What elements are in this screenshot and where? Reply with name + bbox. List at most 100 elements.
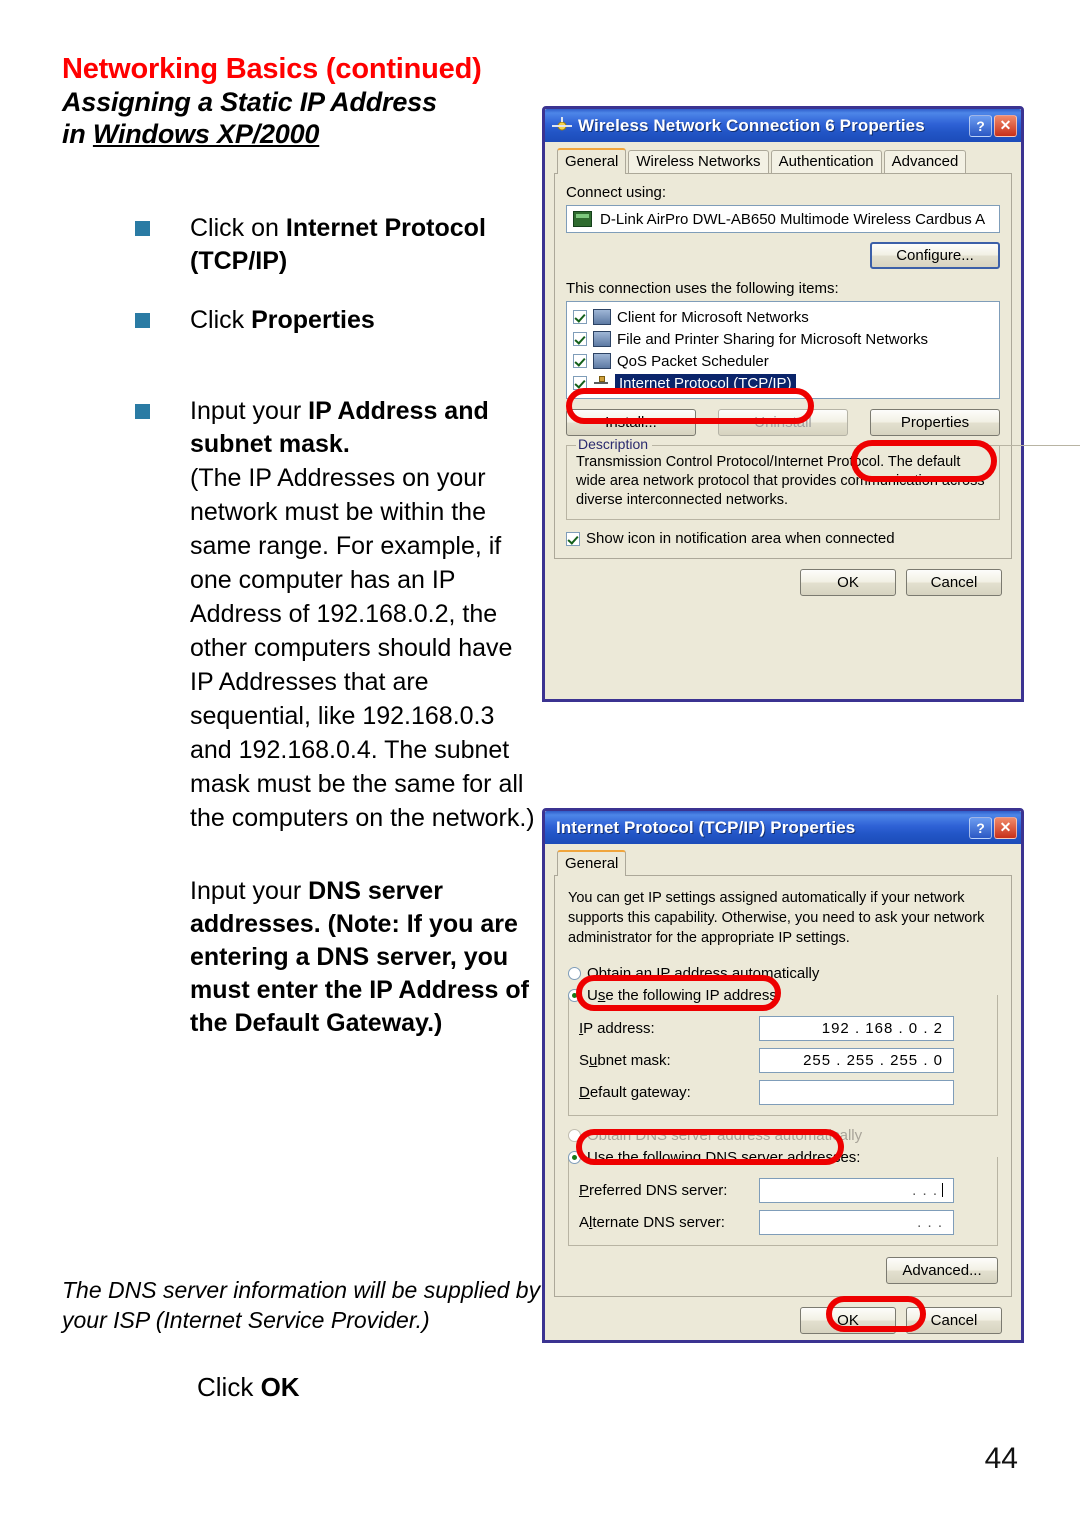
alternate-dns-input[interactable]: . . . [759,1209,954,1235]
list-item[interactable]: QoS Packet Scheduler [570,350,996,372]
page-header: Networking Basics (continued) Assigning … [62,52,532,150]
subtitle-underlined: Windows XP/2000 [92,119,320,149]
component-label: Internet Protocol (TCP/IP) [615,373,796,393]
radio-use-following-dns-label: Use the following DNS server addresses: [587,1148,861,1166]
preferred-dns-row: Preferred DNS server: . . . [579,1175,987,1205]
ok-button[interactable]: OK [800,1307,896,1334]
list-item[interactable]: File and Printer Sharing for Microsoft N… [570,328,996,350]
checkbox-icon[interactable] [573,310,587,324]
instruction-3-plain: Input your [190,397,309,425]
install-button[interactable]: Install... [566,409,696,436]
preferred-dns-input[interactable]: . . . [759,1177,954,1203]
page-subtitle-line1: Assigning a Static IP Address [62,87,437,117]
dialog2-title: Internet Protocol (TCP/IP) Properties [556,817,856,837]
dialog1-general-panel: Connect using: D-Link AirPro DWL-AB650 M… [554,173,1080,559]
checkbox-icon[interactable] [573,354,587,368]
dns-isp-note: The DNS server information will be suppl… [62,1277,541,1333]
components-list[interactable]: Client for Microsoft Networks File and P… [566,301,1000,399]
instruction-4: Input your DNS server addresses. (Note: … [190,875,535,1040]
checkbox-icon[interactable] [566,531,580,546]
list-item: Input your IP Address and subnet mask. (… [135,395,535,835]
text-caret [942,1183,943,1197]
page-subtitle: Assigning a Static IP Address in Windows… [62,86,532,150]
adapter-field[interactable]: D-Link AirPro DWL-AB650 Multimode Wirele… [566,205,1000,233]
checkbox-icon[interactable] [573,332,587,346]
ip-address-input[interactable]: 192 . 168 . 0 . 2 [759,1015,954,1041]
internet-protocol-tcpip-properties-dialog: Internet Protocol (TCP/IP) Properties ? … [542,808,1024,1343]
subnet-mask-input[interactable]: 255 . 255 . 255 . 0 [759,1047,954,1073]
items-label: This connection uses the following items… [566,280,839,297]
show-icon-row[interactable]: Show icon in notification area when conn… [566,530,1000,547]
network-card-icon [573,211,592,227]
ip-address-row: IP address: 192 . 168 . 0 . 2 [579,1013,987,1043]
instruction-2-bold: Properties [251,306,375,334]
dialog1-window-buttons: ? ✕ [969,114,1017,137]
instruction-list: Click on Internet Protocol (TCP/IP) Clic… [135,212,535,1040]
tab-general[interactable]: General [557,148,627,174]
dialog2-tabstrip: General [557,850,1012,876]
click-ok-bold: OK [260,1372,300,1402]
list-item[interactable]: Client for Microsoft Networks [570,306,996,328]
radio-icon-selected[interactable] [568,1150,581,1164]
ok-button[interactable]: OK [800,569,896,596]
close-icon[interactable]: ✕ [994,114,1017,137]
list-item-internet-protocol[interactable]: Internet Protocol (TCP/IP) [570,372,996,394]
instruction-3: Input your IP Address and subnet mask. [190,395,535,461]
instruction-2: Click Properties [190,304,535,337]
dialog2-window-buttons: ? ✕ [969,816,1017,839]
dialog1-body: General Wireless Networks Authentication… [545,142,1080,613]
radio-obtain-ip-automatically[interactable]: OObtain an IP address automaticallybtain… [568,962,998,984]
radio-icon-selected[interactable] [568,988,581,1002]
radio-obtain-dns-label: Obtain DNS server address automatically [587,1126,863,1144]
static-ip-group: IP address: 192 . 168 . 0 . 2 Subnet mas… [568,995,998,1116]
preferred-dns-value: . . . [912,1181,938,1199]
tab-general[interactable]: General [557,850,627,876]
radio-icon[interactable] [568,1128,581,1142]
show-icon-label: Show icon in notification area when conn… [586,530,895,547]
component-label: Client for Microsoft Networks [617,308,809,326]
default-gateway-row: Default gateway: [579,1077,987,1107]
page-title-red: Networking Basics (continued) [62,53,482,85]
page-subtitle-line2: in Windows XP/2000 [62,118,532,150]
tab-authentication[interactable]: Authentication [770,150,882,174]
tab-advanced[interactable]: Advanced [883,150,967,174]
properties-button[interactable]: Properties [870,409,1000,436]
list-item: Click on Internet Protocol (TCP/IP) [135,212,535,278]
close-icon[interactable]: ✕ [994,816,1017,839]
dialog2-body: General You can get IP settings assigned… [545,844,1021,1351]
instruction-3-body: (The IP Addresses on your network must b… [190,464,535,832]
tab-wireless-networks[interactable]: Wireless Networks [628,150,769,174]
dialog1-titlebar[interactable]: Wireless Network Connection 6 Properties… [545,109,1021,142]
checkbox-icon[interactable] [573,376,587,390]
default-gateway-label: Default gateway: [579,1083,691,1101]
page-number: 44 [984,1442,1018,1475]
wireless-network-connection-properties-dialog: Wireless Network Connection 6 Properties… [542,106,1080,702]
cancel-button[interactable]: Cancel [906,1307,1002,1334]
instruction-1: Click on Internet Protocol (TCP/IP) [190,212,535,278]
protocol-icon [593,376,609,390]
configure-button[interactable]: Configure... [870,242,1000,269]
dialog1-footer: OK Cancel [554,559,1012,604]
instruction-4-plain: Input your [190,877,309,905]
default-gateway-input[interactable] [759,1079,954,1105]
advanced-button[interactable]: Advanced... [886,1257,998,1284]
dialog1-title: Wireless Network Connection 6 Properties [578,115,925,135]
computer-icon [593,331,611,347]
dialog2-general-panel: You can get IP settings assigned automat… [554,875,1012,1297]
help-button[interactable]: ? [969,114,992,137]
subtitle-prefix: in [62,119,93,149]
dialog1-tabstrip: General Wireless Networks Authentication… [557,148,1012,174]
bullet-square-icon [135,404,150,419]
radio-obtain-dns-automatically[interactable]: Obtain DNS server address automatically [568,1124,998,1146]
radio-use-following-ip-label: Use the following IP address: [587,986,782,1004]
description-groupbox: Description Transmission Control Protoco… [566,436,1080,520]
alternate-dns-row: Alternate DNS server: . . . [579,1207,987,1237]
dialog2-titlebar[interactable]: Internet Protocol (TCP/IP) Properties ? … [545,811,1021,844]
list-item: Click Properties [135,304,535,337]
list-item: Input your DNS server addresses. (Note: … [135,875,535,1040]
help-button[interactable]: ? [969,816,992,839]
click-ok-instruction: Click OK [197,1372,300,1403]
radio-icon[interactable] [568,966,581,980]
cancel-button[interactable]: Cancel [906,569,1002,596]
connect-using-label: Connect using: [566,184,667,201]
